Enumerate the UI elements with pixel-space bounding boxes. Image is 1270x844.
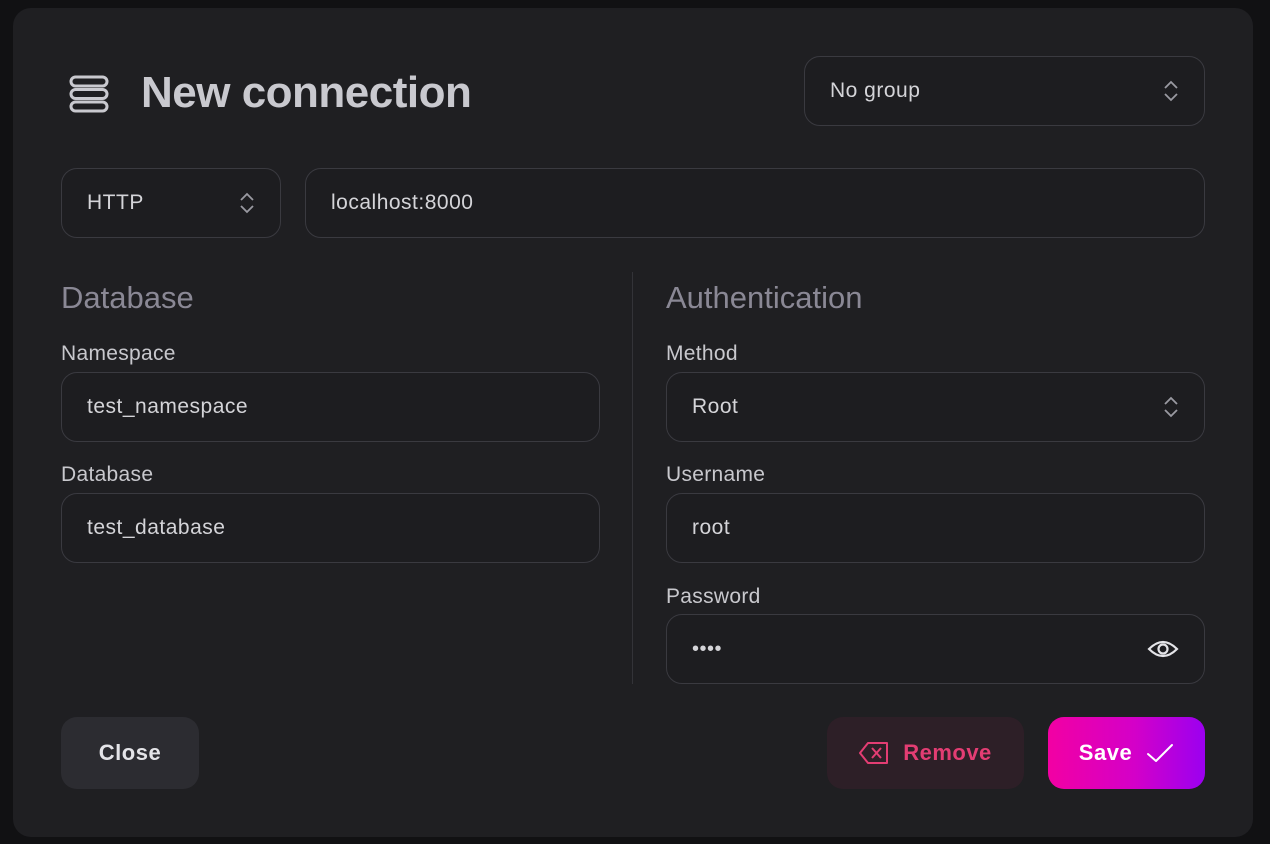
page-title: New connection — [141, 68, 472, 117]
method-label: Method — [666, 342, 738, 365]
database-icon — [69, 75, 109, 113]
method-select[interactable]: Root — [666, 372, 1205, 442]
close-button[interactable]: Close — [61, 717, 199, 789]
section-divider — [632, 272, 633, 684]
protocol-select[interactable]: HTTP — [61, 168, 281, 238]
chevron-up-down-icon — [1164, 80, 1178, 102]
password-label: Password — [666, 585, 761, 608]
remove-button-label: Remove — [903, 740, 992, 765]
endpoint-value: localhost:8000 — [331, 191, 474, 214]
database-label: Database — [61, 463, 154, 486]
eye-icon[interactable] — [1147, 638, 1179, 660]
database-value: test_database — [87, 516, 226, 539]
remove-button[interactable]: Remove — [827, 717, 1024, 789]
close-button-label: Close — [98, 740, 162, 765]
username-label: Username — [666, 463, 766, 486]
save-button[interactable]: Save — [1048, 717, 1205, 789]
backspace-icon — [859, 742, 889, 764]
username-input[interactable]: root — [666, 493, 1205, 563]
method-value: Root — [692, 395, 739, 418]
group-select-value: No group — [830, 79, 921, 102]
save-button-label: Save — [1078, 740, 1133, 765]
namespace-label: Namespace — [61, 342, 176, 365]
new-connection-dialog: New connection No group HTTP localhost:8… — [13, 8, 1253, 837]
group-select[interactable]: No group — [804, 56, 1205, 126]
namespace-input[interactable]: test_namespace — [61, 372, 600, 442]
namespace-value: test_namespace — [87, 395, 249, 418]
username-value: root — [692, 516, 731, 539]
protocol-select-value: HTTP — [87, 191, 144, 214]
authentication-section-title: Authentication — [666, 280, 863, 315]
database-section-title: Database — [61, 280, 194, 315]
checkmark-icon — [1147, 744, 1174, 762]
database-input[interactable]: test_database — [61, 493, 600, 563]
endpoint-input[interactable]: localhost:8000 — [305, 168, 1205, 238]
chevron-up-down-icon — [240, 192, 254, 214]
chevron-up-down-icon — [1164, 396, 1178, 418]
password-input[interactable]: •••• — [666, 614, 1205, 684]
password-value: •••• — [692, 637, 723, 660]
